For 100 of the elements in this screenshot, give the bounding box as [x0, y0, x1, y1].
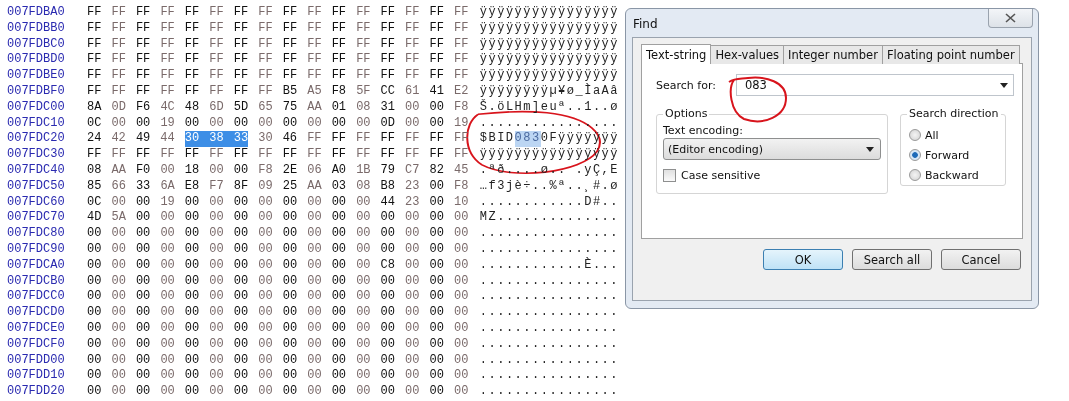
hex-bytes: 8A 0D F6 4C 48 6D 5D 65 75 AA 01 08 31 00 00 F8: [86, 99, 469, 116]
ascii-text: ................: [479, 384, 619, 400]
search-label: Search for:: [656, 78, 716, 92]
close-button[interactable]: [988, 9, 1033, 28]
address-label: 007FDBE0: [7, 68, 66, 84]
tab[interactable]: Integer number: [783, 45, 883, 64]
dropdown-arrow-icon: [1000, 82, 1008, 88]
hex-bytes: FF FF FF FF FF FF FF FF B5 A5 F8 5F CC 61 41 E2: [86, 84, 469, 100]
address-label: 007FDC90: [7, 241, 66, 258]
dialog-button[interactable]: Cancel: [941, 249, 1021, 270]
hex-bytes: 00 00 00 00 00 00 00 00 00 00 00 00 00 00 00 00: [86, 368, 469, 385]
hex-bytes: 00 00 00 00 00 00 00 00 00 00 00 00 00 00 00 00: [86, 289, 469, 306]
ascii-text: ÿÿÿÿÿÿÿÿÿÿÿÿÿÿÿÿ: [479, 5, 619, 21]
hex-bytes: 00 00 00 00 00 00 00 00 00 00 00 00 00 00 00 00: [86, 384, 469, 400]
address-label: 007FDD10: [7, 368, 66, 385]
address-label: 007FDCF0: [7, 336, 66, 353]
ascii-text: ................: [479, 320, 619, 337]
dialog-button[interactable]: Search all: [852, 249, 932, 270]
ascii-text: ............È...: [479, 257, 619, 274]
address-label: 007FDBA0: [7, 5, 66, 21]
address-label: 007FDC30: [7, 147, 66, 163]
hex-bytes: 24 42 49 44: [86, 131, 175, 148]
radio-label: Forward: [925, 148, 970, 162]
hex-bytes: 00 00 00 00 00 00 00 00 00 00 00 00 00 00 00 00: [86, 305, 469, 321]
group-title: Options: [663, 107, 710, 120]
encoding-label: Text encoding:: [663, 124, 744, 137]
address-label: 007FDC50: [7, 178, 66, 195]
address-label: 007FDBD0: [7, 52, 66, 69]
address-label: 007FDCB0: [7, 273, 66, 290]
dropdown-arrow-icon: [866, 146, 874, 152]
ascii-text: ................: [479, 241, 619, 257]
hex-bytes: FF FF FF FF FF FF FF FF FF FF FF FF FF FF FF FF: [86, 20, 469, 37]
radio-button[interactable]: [909, 129, 921, 141]
ascii-text: ................: [479, 226, 619, 242]
hex-bytes: FF FF FF FF FF FF FF FF FF FF FF FF FF FF FF FF: [86, 147, 469, 163]
hex-bytes: 00 00 00 00 00 00 00 00 00 00 00 00 00 00 00 00: [86, 352, 469, 369]
address-label: 007FDCC0: [7, 289, 66, 306]
search-combobox[interactable]: 083: [735, 74, 1014, 96]
address-label: 007FDC40: [7, 162, 66, 179]
address-label: 007FDC10: [7, 115, 66, 132]
address-label: 007FDC80: [7, 226, 66, 242]
window-title: Find: [633, 17, 658, 31]
hex-bytes: 4D 5A 00 00 00 00 00 00 00 00 00 00 00 00 00 00: [86, 210, 469, 227]
ascii-text: ................: [479, 273, 619, 290]
dialog-button[interactable]: OK: [763, 249, 843, 270]
ascii-text: ÿÿÿÿÿÿÿÿÿÿÿÿÿÿÿÿ: [479, 52, 619, 69]
ascii-text: ................: [479, 352, 619, 369]
tab[interactable]: Hex-values: [710, 45, 784, 64]
hex-bytes: 00 00 00 00 00 00 00 00 00 00 00 00 00 00 00 00: [86, 320, 469, 337]
ascii-text: ............D#..: [479, 194, 619, 211]
address-label: 007FDC00: [7, 99, 66, 116]
ascii-text: ................: [479, 115, 619, 132]
hex-bytes: FF FF FF FF FF FF FF FF FF FF FF FF FF FF FF FF: [86, 52, 469, 69]
radio-button[interactable]: [909, 149, 921, 161]
close-icon: [1005, 13, 1016, 23]
hex-bytes: 00 00 00 00 00 00 00 00 00 00 00 00 C8 00 00 00: [86, 257, 469, 274]
address-label: 007FDCE0: [7, 320, 66, 337]
hex-bytes: FF FF FF FF FF FF FF FF FF FF FF FF FF FF FF FF: [86, 68, 469, 84]
checkbox[interactable]: [663, 169, 676, 182]
hex-bytes: 85 66 33 6A E8 F7 8F 09 25 AA 03 08 B8 23 00 F8: [86, 178, 469, 195]
ascii-text: …f3jè÷..%ª..¸#.ø: [479, 178, 619, 195]
address-label: 007FDBF0: [7, 84, 66, 100]
address-label: 007FDBC0: [7, 36, 66, 53]
hex-bytes: 00 00 00 00 00 00 00 00 00 00 00 00 00 00 00 00: [86, 241, 469, 258]
checkbox-label: Case sensitive: [681, 169, 761, 182]
ascii-text: ÿÿÿÿÿÿÿÿÿÿÿÿÿÿÿÿ: [479, 36, 619, 53]
hex-bytes: FF FF FF FF FF FF FF FF FF FF FF FF FF FF FF FF: [86, 36, 469, 53]
tab[interactable]: Text-string: [641, 44, 712, 64]
ascii-text: ................: [479, 289, 619, 306]
address-label: 007FDC70: [7, 210, 66, 227]
hex-bytes: 00 00 00 00 00 00 00 00 00 00 00 00 00 00 00 00: [86, 226, 469, 242]
ascii-text: Š.öLHm]euª..1..ø: [479, 99, 619, 116]
ascii-text: ÿÿÿÿÿÿÿÿÿÿÿÿÿÿÿÿ: [479, 20, 619, 37]
hex-bytes: 0C 00 00 19 00 00 00 00 00 00 00 00 44 23 00 10: [86, 194, 469, 211]
hex-bytes: 08 AA F0 00 18 00 00 F8 2E 06 A0 1B 79 C7 82 45: [86, 162, 469, 179]
hex-bytes: 0C 00 00 19 00 00 00 00 00 00 00 00 0D 00 00 19: [86, 115, 469, 132]
group-title: Search direction: [907, 107, 1001, 120]
ascii-text: ÿÿÿÿÿÿÿÿµ¥ø_ÌaAâ: [479, 84, 619, 99]
ascii-text: MZ..............: [479, 210, 619, 227]
radio-label: Backward: [925, 168, 979, 182]
address-label: 007FDC60: [7, 194, 66, 211]
address-label: 007FDBB0: [7, 20, 66, 37]
address-label: 007FDD00: [7, 352, 66, 369]
tab[interactable]: Floating point number: [881, 45, 1020, 64]
radio-button[interactable]: [909, 169, 921, 181]
ascii-text: ................: [479, 305, 619, 321]
address-label: 007FDCA0: [7, 257, 66, 274]
encoding-dropdown[interactable]: (Editor encoding): [663, 138, 881, 160]
ascii-text: ................: [479, 368, 619, 385]
radio-label: All: [925, 128, 939, 142]
ascii-text: ................: [479, 336, 619, 353]
hex-bytes: FF FF FF FF FF FF FF FF FF FF FF FF FF FF FF FF: [86, 5, 469, 21]
address-label: 007FDCD0: [7, 305, 66, 321]
ascii-text: $BID: [479, 131, 515, 148]
hex-bytes: 00 00 00 00 00 00 00 00 00 00 00 00 00 00 00 00: [86, 336, 469, 353]
address-label: 007FDC20: [7, 131, 66, 148]
ascii-text: 083: [514, 131, 541, 148]
hex-bytes: 30 38 33: [184, 131, 249, 148]
ascii-text: ÿÿÿÿÿÿÿÿÿÿÿÿÿÿÿÿ: [479, 68, 619, 83]
hex-bytes: 00 00 00 00 00 00 00 00 00 00 00 00 00 00 00 00: [86, 273, 469, 290]
